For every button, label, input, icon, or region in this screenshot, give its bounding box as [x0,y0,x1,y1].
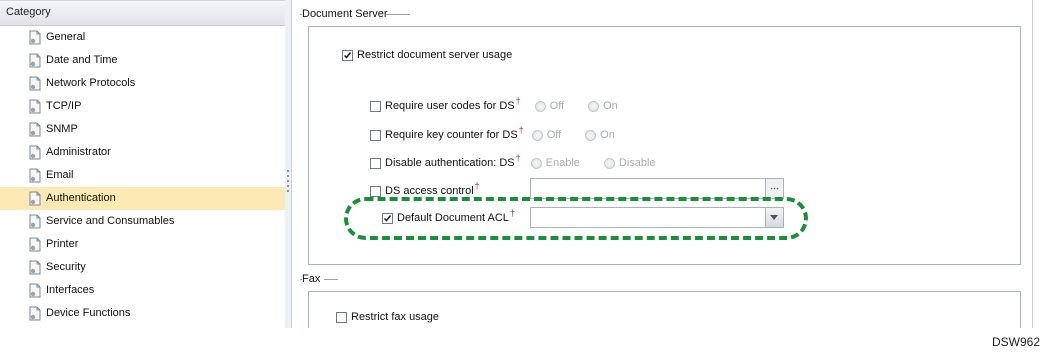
sidebar-item-general[interactable]: General [0,26,285,49]
sidebar-item-device-functions[interactable]: Device Functions [0,302,285,325]
auth-enable-radio[interactable] [530,157,542,169]
sidebar-item-printer[interactable]: Printer [0,233,285,256]
category-list: General Date and Time Network Protocols … [0,26,285,325]
category-sidebar: Category General Date and Time Network P… [0,0,286,328]
ds-access-control-label: DS access control [385,185,474,197]
require-user-codes-checkbox[interactable] [370,100,381,112]
sidebar-item-email[interactable]: Email [0,164,285,187]
sidebar-item-snmp[interactable]: SNMP [0,118,285,141]
sidebar-item-date-and-time[interactable]: Date and Time [0,49,285,72]
key-counter-on-radio[interactable] [585,129,597,141]
restrict-fax-checkbox[interactable] [336,311,347,323]
require-user-codes-row: Require user codes for DS † Off On [370,96,642,112]
require-key-counter-label: Require key counter for DS [385,129,518,141]
restrict-ds-row: Restrict document server usage [342,49,512,61]
require-key-counter-checkbox[interactable] [370,129,381,141]
highlight-callout [344,197,808,240]
ds-access-control-checkbox[interactable] [370,185,381,197]
document-icon [29,214,41,229]
ds-access-control-button[interactable] [765,179,783,198]
document-icon [29,283,41,298]
sidebar-item-label: Authentication [46,192,116,204]
ds-access-control-row: DS access control † [370,181,480,197]
require-user-codes-label: Require user codes for DS [385,100,515,112]
dagger-mark: † [474,181,480,191]
disable-auth-row: Disable authentication: DS † Enable Disab… [370,153,680,169]
splitter-grip [287,180,289,182]
document-icon [29,145,41,160]
figure-code: DSW962 [991,335,1040,349]
sidebar-item-label: SNMP [46,123,78,135]
document-icon [29,76,41,91]
document-icon [29,191,41,206]
restrict-ds-label: Restrict document server usage [357,49,513,61]
document-icon [29,237,41,252]
dagger-mark: † [515,153,521,163]
radio-label-on: On [600,129,615,141]
sidebar-header: Category [0,0,285,26]
radio-label-disable: Disable [618,157,656,169]
sidebar-item-interfaces[interactable]: Interfaces [0,279,285,302]
sidebar-item-administrator[interactable]: Administrator [0,141,285,164]
require-key-counter-row: Require key counter for DS † Off On [370,125,639,141]
document-icon [29,260,41,275]
ds-access-control-field[interactable] [530,178,784,199]
auth-disable-radio[interactable] [603,157,615,169]
splitter-grip [287,175,289,177]
radio-label-on: On [603,100,618,112]
radio-label-off: Off [546,129,562,141]
sidebar-item-label: Date and Time [46,54,118,66]
document-icon [29,30,41,45]
panel-splitter[interactable] [285,0,292,328]
restrict-ds-checkbox[interactable] [342,49,353,61]
fax-legend: Fax [302,273,325,285]
checkmark-icon [343,51,352,59]
document-icon [29,306,41,321]
disable-auth-checkbox[interactable] [370,157,381,169]
sidebar-item-label: Printer [46,238,79,250]
sidebar-item-label: Administrator [46,146,111,158]
sidebar-item-label: Security [46,261,86,273]
key-counter-off-radio[interactable] [531,129,543,141]
sidebar-item-label: Email [46,169,74,181]
disable-auth-label: Disable authentication: DS [385,157,515,169]
radio-label-enable: Enable [545,157,580,169]
sidebar-item-authentication[interactable]: Authentication [0,187,285,210]
sidebar-item-security[interactable]: Security [0,256,285,279]
restrict-fax-label: Restrict fax usage [351,311,440,323]
user-codes-on-radio[interactable] [588,100,600,112]
sidebar-item-label: Interfaces [46,284,95,296]
splitter-grip [287,185,289,187]
sidebar-item-tcp-ip[interactable]: TCP/IP [0,95,285,118]
sidebar-item-label: Service and Consumables [46,215,175,227]
dagger-mark: † [515,96,521,106]
document-icon [29,99,41,114]
restrict-fax-row: Restrict fax usage [336,311,439,323]
splitter-grip [287,190,289,192]
document-icon [29,122,41,137]
sidebar-item-label: Network Protocols [46,77,136,89]
user-codes-off-radio[interactable] [534,100,546,112]
dagger-mark: † [518,125,524,135]
document-server-legend: Document Server [302,8,392,20]
sidebar-item-network-protocols[interactable]: Network Protocols [0,72,285,95]
document-icon [29,168,41,183]
sidebar-item-label: TCP/IP [46,100,82,112]
legend-rule [386,14,406,15]
radio-label-off: Off [549,100,565,112]
sidebar-item-label: General [46,31,86,43]
sidebar-item-service-and-consumables[interactable]: Service and Consumables [0,210,285,233]
settings-panel: Document Server Restrict document server… [292,0,1033,328]
splitter-grip [287,170,289,172]
sidebar-item-label: Device Functions [46,307,131,319]
document-icon [29,53,41,68]
ellipsis-icon [770,187,779,190]
